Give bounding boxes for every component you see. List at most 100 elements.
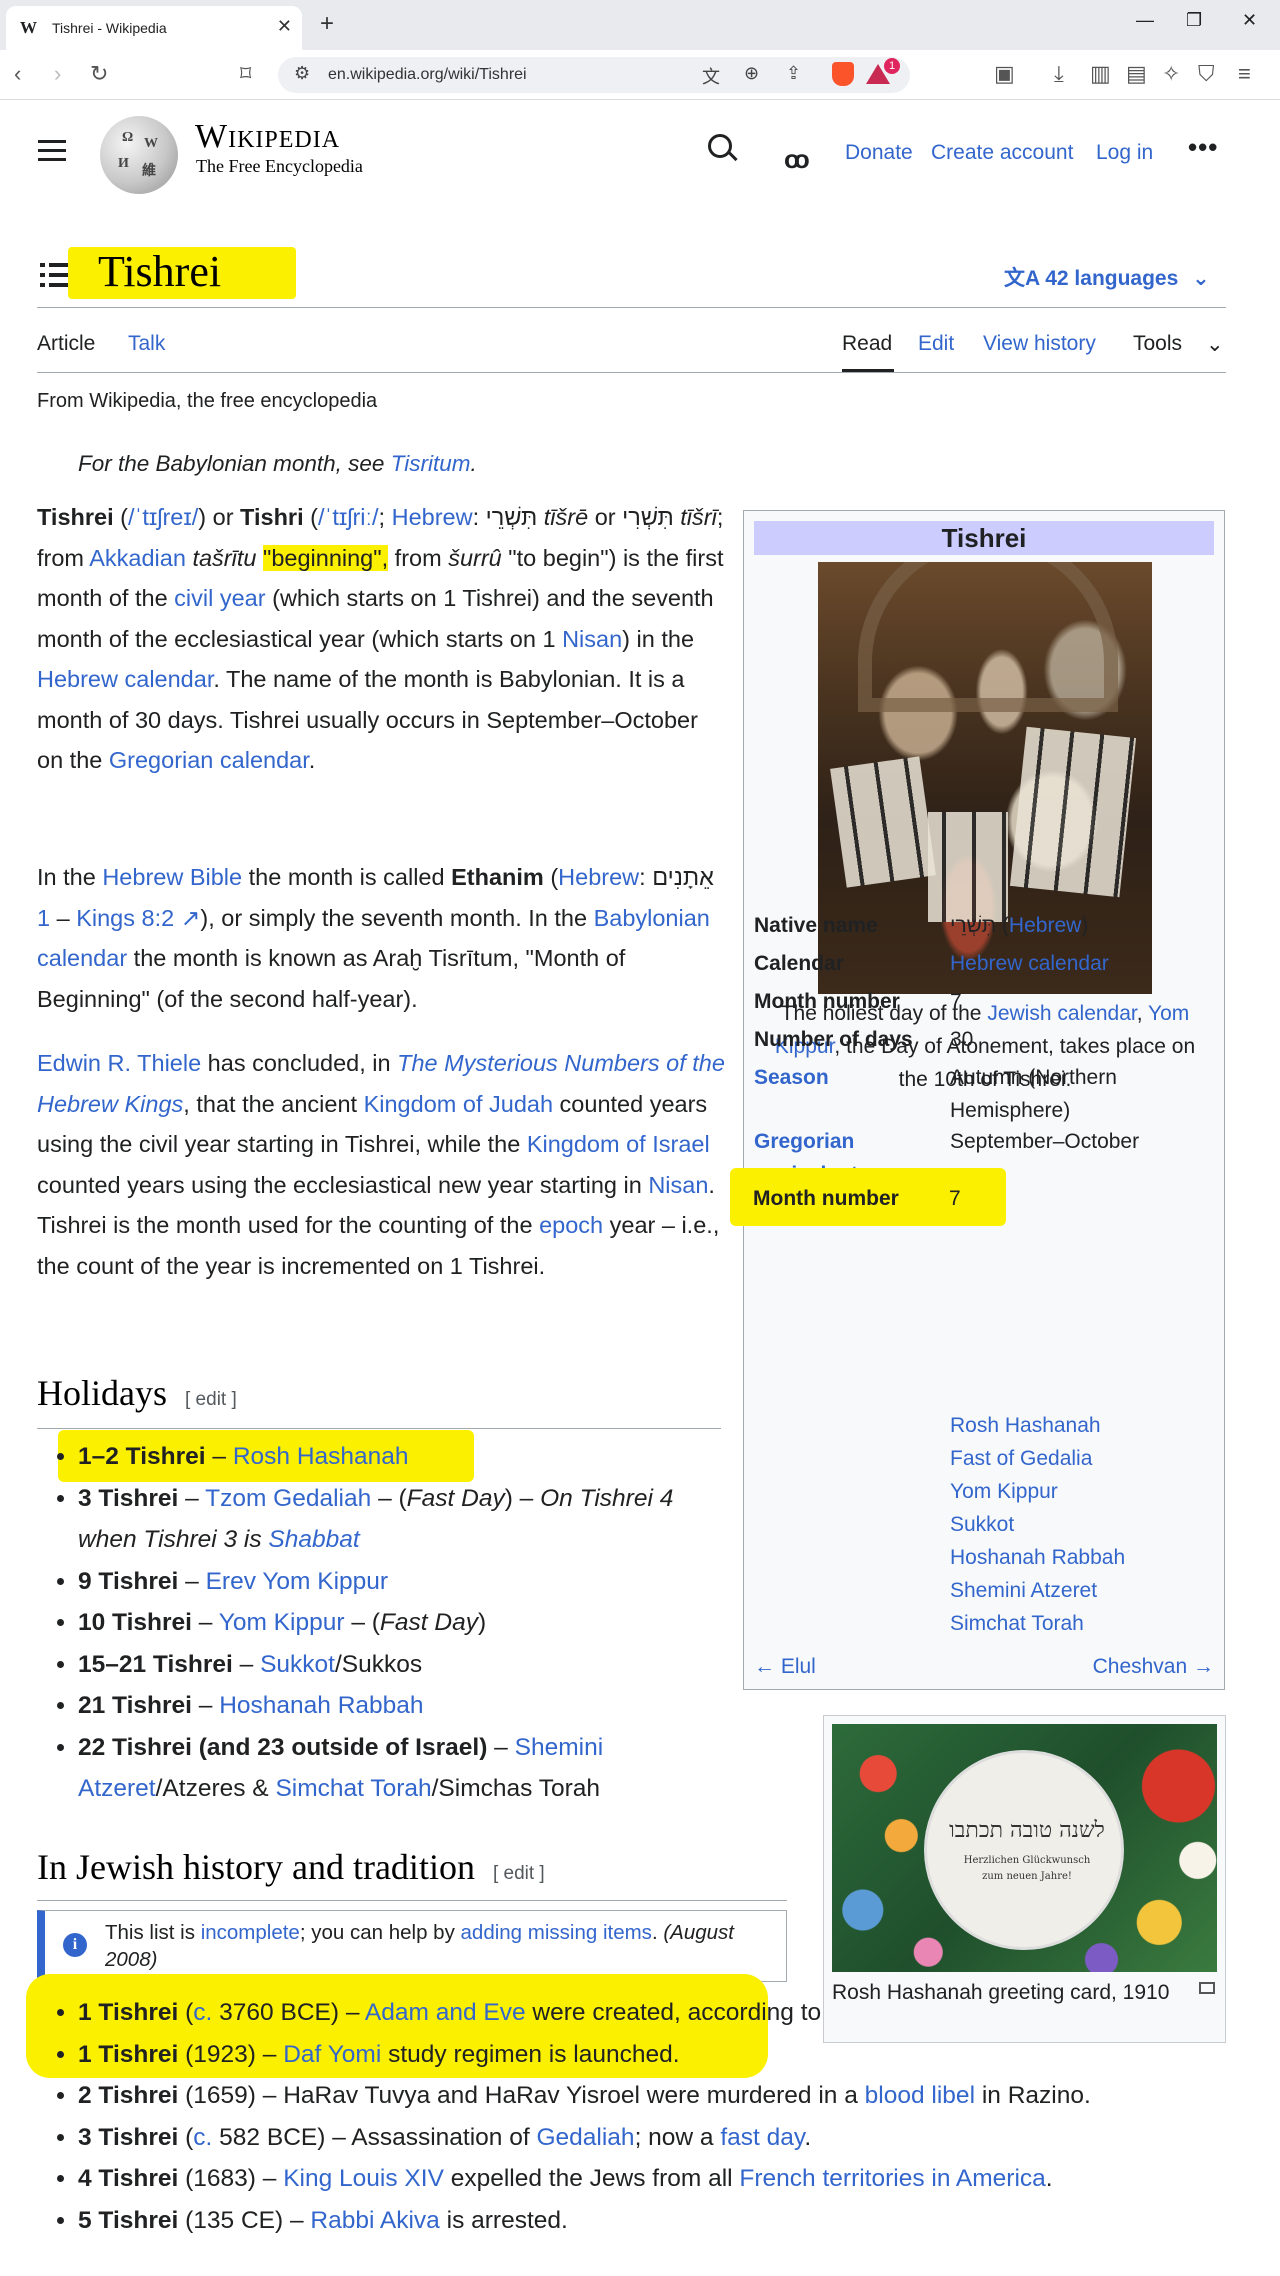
- inline-link[interactable]: Hebrew: [392, 504, 473, 530]
- inline-link[interactable]: Hebrew calendar: [950, 952, 1109, 975]
- significant-day-link[interactable]: Fast of Gedalia: [950, 1442, 1125, 1475]
- italic-text: tīšrē: [543, 504, 589, 530]
- site-info-icon[interactable]: ⚙: [294, 63, 310, 84]
- reading-glasses-icon[interactable]: oo: [784, 144, 810, 175]
- ai-assistant-icon[interactable]: ✧: [1162, 61, 1180, 87]
- cast-icon[interactable]: ▣: [994, 61, 1015, 87]
- inline-link[interactable]: Sukkot: [260, 1651, 335, 1678]
- tab-article[interactable]: Article: [37, 332, 95, 356]
- inline-link[interactable]: Akkadian: [89, 545, 186, 571]
- inline-link[interactable]: Tzom Gedaliah: [205, 1485, 371, 1512]
- tab-read[interactable]: Read: [842, 332, 892, 356]
- wallet-icon[interactable]: ▤: [1126, 61, 1147, 87]
- main-menu-icon[interactable]: [38, 140, 66, 167]
- inline-link[interactable]: Hebrew calendar: [37, 666, 213, 692]
- download-icon[interactable]: ⤓: [1054, 61, 1064, 87]
- share-icon[interactable]: ⇪: [786, 63, 801, 84]
- log-in-link[interactable]: Log in: [1096, 141, 1153, 165]
- zoom-icon[interactable]: ⊕: [744, 63, 759, 84]
- browser-tab[interactable]: W Tishrei - Wikipedia ✕: [6, 6, 302, 50]
- inline-link[interactable]: Gedaliah: [536, 2124, 634, 2151]
- inline-link[interactable]: Rabbi Akiva: [310, 2207, 439, 2234]
- painting-figure-right: [1009, 726, 1137, 898]
- tisritum-link[interactable]: Tisritum: [391, 451, 471, 476]
- inline-link[interactable]: c.: [193, 2124, 212, 2151]
- infobox-row-label[interactable]: Season: [754, 1061, 944, 1094]
- address-bar[interactable]: ⚙ en.wikipedia.org/wiki/Tishrei 文 ⊕ ⇪: [278, 57, 910, 93]
- tab-tools[interactable]: Tools: [1133, 332, 1182, 356]
- next-month-link[interactable]: Cheshvan →: [1093, 1655, 1214, 1679]
- inline-link[interactable]: /ˈtɪʃreɪ/: [128, 504, 198, 530]
- italic-text: Fast Day: [379, 1609, 478, 1636]
- bookmark-icon[interactable]: ⌑: [240, 61, 251, 87]
- inline-link[interactable]: Adam and Eve: [365, 1999, 526, 2026]
- search-icon[interactable]: [708, 134, 732, 158]
- history-edit-link[interactable]: [ edit ]: [493, 1863, 545, 1884]
- vpn-shield-icon[interactable]: ⛉: [1198, 61, 1215, 87]
- donate-link[interactable]: Donate: [845, 141, 913, 165]
- inline-link[interactable]: /ˈtɪʃriː/: [318, 504, 379, 530]
- restore-window-icon[interactable]: ❐: [1186, 10, 1202, 31]
- text-run: (1659) – HaRav Tuvya and HaRav Yisroel w…: [178, 2082, 865, 2109]
- inline-link[interactable]: Rosh Hashanah: [233, 1443, 409, 1470]
- inline-link[interactable]: Erev Yom Kippur: [206, 1568, 389, 1595]
- inline-link[interactable]: adding missing items: [461, 1921, 652, 1944]
- inline-link[interactable]: epoch: [539, 1212, 603, 1238]
- significant-day-link[interactable]: Hoshanah Rabbah: [950, 1541, 1125, 1574]
- minimize-window-icon[interactable]: —: [1136, 10, 1154, 31]
- inline-link[interactable]: Daf Yomi: [283, 2041, 381, 2068]
- translate-icon[interactable]: 文: [702, 63, 720, 89]
- greeting-card-image[interactable]: לשנה טובה תכתבו Herzlichen Glückwunsch z…: [832, 1724, 1217, 1972]
- reload-icon[interactable]: ↻: [90, 61, 108, 87]
- significant-day-link[interactable]: Simchat Torah: [950, 1607, 1125, 1640]
- inline-link[interactable]: Hebrew: [558, 864, 639, 890]
- inline-link[interactable]: fast day: [720, 2124, 804, 2151]
- inline-link[interactable]: Yom Kippur: [219, 1609, 345, 1636]
- brave-shields-icon[interactable]: [832, 62, 854, 86]
- inline-link[interactable]: Shabbat: [268, 1526, 359, 1553]
- tab-view-history[interactable]: View history: [983, 332, 1096, 356]
- sidebar-icon[interactable]: ▥: [1090, 61, 1111, 87]
- table-of-contents-icon[interactable]: [40, 263, 68, 287]
- more-options-icon[interactable]: •••: [1188, 132, 1218, 163]
- significant-day-link[interactable]: Shemini Atzeret: [950, 1574, 1125, 1607]
- inline-link[interactable]: Edwin R. Thiele: [37, 1050, 201, 1076]
- inline-link[interactable]: Kingdom of Judah: [364, 1091, 553, 1117]
- inline-link[interactable]: French territories in America: [739, 2165, 1045, 2192]
- inline-link[interactable]: civil year: [174, 585, 265, 611]
- chevron-down-icon[interactable]: ⌄: [1206, 332, 1224, 357]
- inline-link[interactable]: Hebrew: [1009, 914, 1081, 937]
- tab-talk[interactable]: Talk: [128, 332, 165, 356]
- new-tab-icon[interactable]: +: [320, 10, 334, 38]
- create-account-link[interactable]: Create account: [931, 141, 1073, 165]
- significant-day-link[interactable]: Sukkot: [950, 1508, 1125, 1541]
- holidays-edit-link[interactable]: [ edit ]: [185, 1389, 237, 1410]
- close-tab-icon[interactable]: ✕: [277, 16, 292, 37]
- language-selector[interactable]: 文A 42 languages ⌄: [1004, 262, 1210, 292]
- url-text[interactable]: en.wikipedia.org/wiki/Tishrei: [328, 66, 527, 84]
- close-window-icon[interactable]: ✕: [1242, 10, 1257, 31]
- inline-link[interactable]: Gregorian calendar: [109, 747, 309, 773]
- inline-link[interactable]: Simchat Torah: [275, 1775, 431, 1802]
- significant-day-link[interactable]: Rosh Hashanah: [950, 1409, 1125, 1442]
- inline-link[interactable]: Nisan: [648, 1172, 708, 1198]
- wikipedia-wordmark[interactable]: Wikipedia: [195, 118, 340, 156]
- back-icon[interactable]: ‹: [14, 61, 21, 87]
- text-run: the month is called: [242, 864, 452, 890]
- inline-link[interactable]: Nisan: [562, 626, 622, 652]
- inline-link[interactable]: Hoshanah Rabbah: [219, 1692, 423, 1719]
- forward-icon[interactable]: ›: [54, 61, 61, 87]
- enlarge-icon[interactable]: [1199, 1982, 1215, 1994]
- inline-link[interactable]: Hebrew Bible: [102, 864, 242, 890]
- inline-link[interactable]: King Louis XIV: [283, 2165, 444, 2192]
- tab-edit[interactable]: Edit: [918, 332, 954, 356]
- prev-month-link[interactable]: ← Elul: [754, 1655, 816, 1679]
- inline-link[interactable]: Kingdom of Israel: [527, 1131, 710, 1157]
- significant-day-link[interactable]: Yom Kippur: [950, 1475, 1125, 1508]
- inline-link[interactable]: incomplete: [201, 1921, 300, 1944]
- wikipedia-globe-logo[interactable]: Ω W И 維: [100, 116, 178, 194]
- inline-link[interactable]: c.: [193, 1999, 212, 2026]
- inline-link[interactable]: blood libel: [865, 2082, 975, 2109]
- browser-menu-icon[interactable]: ≡: [1238, 61, 1251, 87]
- translate-icon: 文A: [1004, 267, 1040, 290]
